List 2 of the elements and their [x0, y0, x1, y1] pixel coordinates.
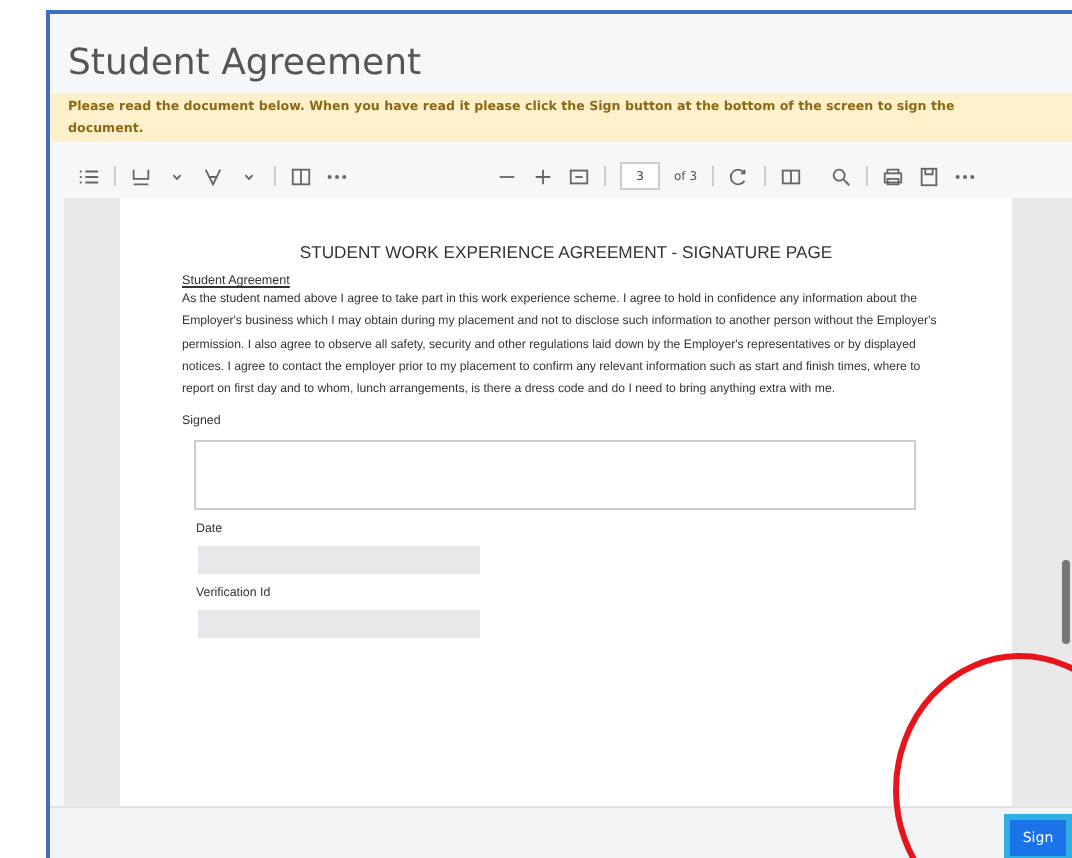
document-heading: STUDENT WORK EXPERIENCE AGREEMENT - SIGNATURE PAGE	[297, 242, 835, 262]
page-title: Student Agreement	[66, 40, 424, 88]
